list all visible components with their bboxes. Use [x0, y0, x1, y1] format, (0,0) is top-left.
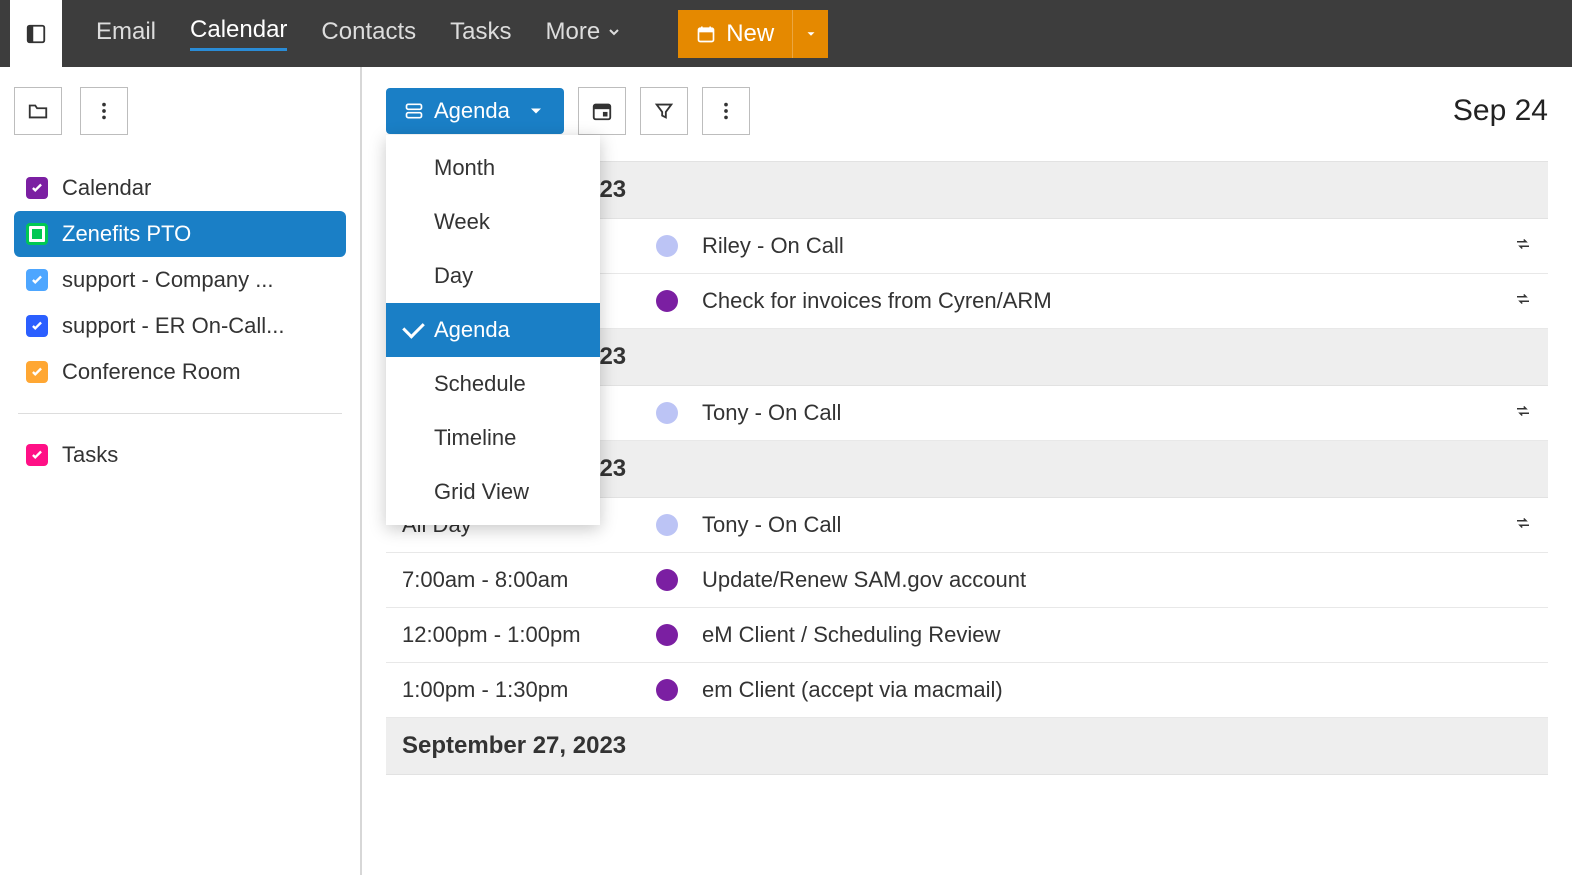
today-button[interactable] [578, 87, 626, 135]
sidebar-divider [18, 413, 342, 414]
sidebar-item-calendar[interactable]: Conference Room [14, 349, 346, 395]
checkmark-icon [30, 181, 44, 195]
repeat-icon [1514, 288, 1532, 314]
view-option[interactable]: Agenda [386, 303, 600, 357]
agenda-icon [404, 101, 424, 121]
checkmark-icon [30, 273, 44, 287]
new-button-caret[interactable] [792, 10, 828, 58]
sidebar-item-label: Zenefits PTO [62, 221, 191, 247]
repeat-icon [1514, 512, 1532, 538]
event-color-dot [656, 290, 678, 312]
filter-button[interactable] [640, 87, 688, 135]
checkmark-icon [30, 448, 44, 462]
tab-email[interactable]: Email [96, 18, 156, 50]
chevron-down-icon [606, 24, 622, 40]
repeat-icon [1514, 233, 1532, 259]
checkmark-icon [30, 319, 44, 333]
view-option[interactable]: Grid View [386, 465, 600, 519]
caret-down-icon [804, 27, 818, 41]
current-date-label: Sep 24 [1453, 94, 1548, 128]
tab-tasks[interactable]: Tasks [450, 18, 511, 50]
top-nav: Email Calendar Contacts Tasks More [96, 16, 622, 51]
event-title: eM Client / Scheduling Review [702, 622, 1532, 648]
sidebar-more-button[interactable] [80, 87, 128, 135]
event-time: 12:00pm - 1:00pm [402, 622, 632, 648]
sidebar-toggle-button[interactable] [10, 0, 62, 67]
sidebar-item-label: Tasks [62, 442, 118, 468]
repeat-icon [1514, 400, 1532, 426]
event-color-dot [656, 235, 678, 257]
agenda-event-row[interactable]: 12:00pm - 1:00pm eM Client / Scheduling R… [386, 608, 1548, 663]
tab-contacts[interactable]: Contacts [321, 18, 416, 50]
calendar-checkbox[interactable] [26, 177, 48, 199]
event-title: Tony - On Call [702, 400, 1490, 426]
body: Calendar Zenefits PTO support - Company ..… [0, 67, 1572, 875]
event-title: Check for invoices from Cyren/ARM [702, 288, 1490, 314]
event-color-dot [656, 514, 678, 536]
calendar-checkbox[interactable] [26, 269, 48, 291]
sidebar: Calendar Zenefits PTO support - Company ..… [0, 67, 362, 875]
view-option[interactable]: Timeline [386, 411, 600, 465]
calendar-checkbox[interactable] [26, 361, 48, 383]
event-title: Riley - On Call [702, 233, 1490, 259]
tab-calendar[interactable]: Calendar [190, 16, 287, 51]
sidebar-item-label: support - Company ... [62, 267, 274, 293]
panel-icon [25, 23, 47, 45]
sidebar-item-calendar[interactable]: Calendar [14, 165, 346, 211]
event-color-dot [656, 679, 678, 701]
checkmark-icon [30, 365, 44, 379]
checkbox-tasks[interactable] [26, 444, 48, 466]
sidebar-toolbar [14, 87, 346, 135]
event-title: Tony - On Call [702, 512, 1490, 538]
calendar-today-icon [591, 100, 613, 122]
sidebar-item-label: support - ER On-Call... [62, 313, 285, 339]
agenda-event-row[interactable]: 7:00am - 8:00am Update/Renew SAM.gov acco… [386, 553, 1548, 608]
new-button-label: New [726, 20, 774, 48]
view-dropdown: MonthWeekDayAgendaScheduleTimelineGrid V… [386, 135, 600, 525]
view-selector-button[interactable]: Agenda [386, 88, 564, 134]
sidebar-item-label: Calendar [62, 175, 151, 201]
event-color-dot [656, 402, 678, 424]
sidebar-item-label: Conference Room [62, 359, 241, 385]
event-time: 7:00am - 8:00am [402, 567, 632, 593]
agenda-day-header: September 27, 2023 [386, 718, 1548, 775]
agenda-event-row[interactable]: 1:00pm - 1:30pm em Client (accept via mac… [386, 663, 1548, 718]
sidebar-item-calendar[interactable]: support - Company ... [14, 257, 346, 303]
view-option[interactable]: Week [386, 195, 600, 249]
caret-down-icon [526, 101, 546, 121]
calendar-list: Calendar Zenefits PTO support - Company ..… [14, 165, 346, 395]
event-title: Update/Renew SAM.gov account [702, 567, 1532, 593]
event-color-dot [656, 569, 678, 591]
calendar-checkbox[interactable] [26, 223, 48, 245]
event-title: em Client (accept via macmail) [702, 677, 1532, 703]
new-button[interactable]: New [678, 10, 792, 58]
folder-button[interactable] [14, 87, 62, 135]
main: Agenda Sep 24 MonthWeekDayAgendaSchedule… [362, 67, 1572, 875]
more-vertical-icon [715, 100, 737, 122]
main-toolbar: Agenda Sep 24 [386, 87, 1548, 135]
view-option[interactable]: Day [386, 249, 600, 303]
view-option[interactable]: Month [386, 141, 600, 195]
more-options-button[interactable] [702, 87, 750, 135]
calendar-checkbox[interactable] [26, 315, 48, 337]
tab-more[interactable]: More [546, 18, 623, 50]
calendar-plus-icon [696, 24, 716, 44]
sidebar-item-calendar[interactable]: support - ER On-Call... [14, 303, 346, 349]
folder-icon [27, 100, 49, 122]
event-color-dot [656, 624, 678, 646]
sidebar-item-tasks[interactable]: Tasks [14, 432, 346, 478]
filter-icon [653, 100, 675, 122]
new-button-group: New [678, 10, 828, 58]
top-bar: Email Calendar Contacts Tasks More New [0, 0, 1572, 67]
view-option[interactable]: Schedule [386, 357, 600, 411]
event-time: 1:00pm - 1:30pm [402, 677, 632, 703]
view-selector-label: Agenda [434, 98, 510, 124]
sidebar-item-calendar[interactable]: Zenefits PTO [14, 211, 346, 257]
more-vertical-icon [93, 100, 115, 122]
more-label: More [546, 18, 601, 46]
